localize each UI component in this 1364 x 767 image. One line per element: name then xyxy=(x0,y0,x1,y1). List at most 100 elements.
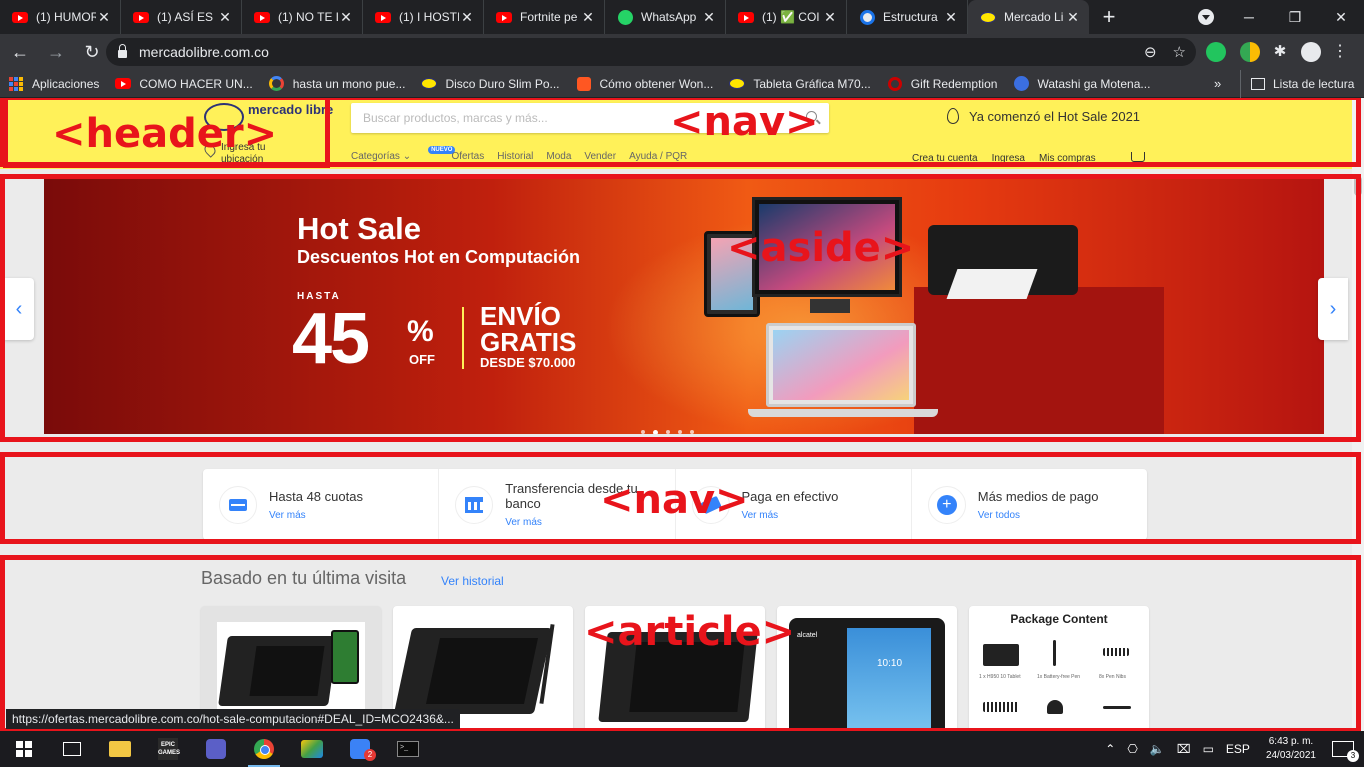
back-icon[interactable]: ← xyxy=(4,36,36,68)
close-tab-icon[interactable]: ✕ xyxy=(943,9,959,26)
meet-now-icon[interactable]: ⎔ xyxy=(1127,742,1137,756)
menu-icon[interactable]: ⋮ xyxy=(1330,42,1350,62)
bookmark-item[interactable]: Watashi ga Motena... xyxy=(1005,70,1158,98)
notifications-icon[interactable]: 3 xyxy=(1332,741,1359,762)
carousel-dot[interactable] xyxy=(678,430,682,434)
carousel-dot[interactable] xyxy=(653,430,658,434)
package-caption: 1x Battery-free Pen xyxy=(1037,674,1081,680)
forward-icon[interactable]: → xyxy=(40,36,72,68)
browser-tab[interactable]: (1) HUMOR ✕ xyxy=(0,0,121,34)
bookmark-apps[interactable]: Aplicaciones xyxy=(0,70,107,98)
bookmark-item[interactable]: Gift Redemption xyxy=(879,70,1006,98)
nav-link-ayuda[interactable]: Ayuda / PQR xyxy=(629,151,687,162)
hero-banner[interactable]: Hot Sale Descuentos Hot en Computación H… xyxy=(44,177,1324,434)
close-tab-icon[interactable]: ✕ xyxy=(217,9,233,26)
teams-button[interactable] xyxy=(192,731,240,767)
payment-link[interactable]: Ver todos xyxy=(978,510,1099,521)
chevron-up-icon[interactable]: ⌃ xyxy=(1105,742,1115,756)
payment-option[interactable]: + Más medios de pago Ver todos xyxy=(912,469,1147,540)
zoom-icon[interactable]: ⊖ xyxy=(1144,43,1157,61)
bluestacks-button[interactable] xyxy=(288,731,336,767)
close-tab-icon[interactable]: ✕ xyxy=(338,9,354,26)
bookmark-item[interactable]: hasta un mono pue... xyxy=(261,70,414,98)
login-link[interactable]: Ingresa xyxy=(992,153,1025,164)
restore-icon[interactable]: ❐ xyxy=(1272,9,1318,26)
close-tab-icon[interactable]: ✕ xyxy=(822,9,838,26)
carousel-next-button[interactable]: › xyxy=(1318,278,1348,340)
reload-icon[interactable]: ↻ xyxy=(76,36,108,68)
new-tab-button[interactable]: + xyxy=(1089,0,1129,34)
my-purchases-link[interactable]: Mis compras xyxy=(1039,153,1096,164)
file-explorer-button[interactable] xyxy=(96,731,144,767)
avatar[interactable] xyxy=(1301,42,1321,62)
hero-free-shipping: ENVÍO GRATIS xyxy=(480,301,577,357)
carousel-dot[interactable] xyxy=(666,430,670,434)
clock[interactable]: 6:43 p. m. 24/03/2021 xyxy=(1266,735,1316,763)
page-scrollbar[interactable] xyxy=(1352,98,1364,731)
browser-tab-active[interactable]: Mercado Li ✕ xyxy=(968,0,1089,34)
payment-link[interactable]: Ver más xyxy=(742,510,839,521)
browser-tab[interactable]: WhatsApp ✕ xyxy=(605,0,726,34)
puzzle-icon[interactable]: ✱ xyxy=(1270,42,1290,62)
carousel-dot[interactable] xyxy=(690,430,694,434)
create-account-link[interactable]: Crea tu cuenta xyxy=(912,153,978,164)
game-app-button[interactable]: 2 xyxy=(336,731,384,767)
scrollbar-thumb[interactable] xyxy=(1354,176,1362,196)
carousel-prev-button[interactable]: ‹ xyxy=(4,278,34,340)
chevron-right-icon: › xyxy=(1329,297,1337,320)
nav-link-vender[interactable]: Vender xyxy=(584,151,616,162)
address-bar[interactable]: mercadolibre.com.co ⊖ ☆ xyxy=(106,38,1196,66)
wifi-off-icon[interactable]: ⌧ xyxy=(1177,742,1191,756)
payment-link[interactable]: Ver más xyxy=(269,510,363,521)
carousel-dot[interactable] xyxy=(641,430,645,434)
close-tab-icon[interactable]: ✕ xyxy=(580,9,596,26)
lock-icon[interactable] xyxy=(118,44,127,58)
chrome-button[interactable] xyxy=(240,731,288,767)
site-icon xyxy=(859,9,875,25)
categories-menu[interactable]: Categorías ⌄ xyxy=(351,151,411,162)
bookmark-item[interactable]: Cómo obtener Won... xyxy=(568,70,722,98)
product-card[interactable]: Package Content 1 x H950 10 Tablet 1x Ba… xyxy=(969,606,1149,731)
close-tab-icon[interactable]: ✕ xyxy=(1065,9,1081,26)
extension-icon[interactable] xyxy=(1206,42,1226,62)
terminal-button[interactable]: >_ xyxy=(384,731,432,767)
browser-tab[interactable]: Fortnite pe ✕ xyxy=(484,0,605,34)
extension-icon[interactable] xyxy=(1240,42,1260,62)
browser-tab[interactable]: Estructura ✕ xyxy=(847,0,968,34)
nav-link-historial[interactable]: Historial xyxy=(497,151,533,162)
bookmark-item[interactable]: COMO HACER UN... xyxy=(107,70,260,98)
nav-link-ofertas[interactable]: NUEVOOfertas xyxy=(424,146,484,162)
tab-search-icon[interactable] xyxy=(1198,9,1214,25)
bookmark-item[interactable]: Tableta Gráfica M70... xyxy=(721,70,878,98)
product-card[interactable]: alcatel 10:10 xyxy=(777,606,957,731)
minimize-icon[interactable]: ─ xyxy=(1226,9,1272,25)
language-indicator[interactable]: ESP xyxy=(1226,742,1250,756)
bookmark-item[interactable]: Disco Duro Slim Po... xyxy=(413,70,567,98)
url-text[interactable]: mercadolibre.com.co xyxy=(139,44,269,60)
browser-tab[interactable]: (1) I HOSTI ✕ xyxy=(363,0,484,34)
youtube-icon xyxy=(12,9,28,25)
cart-icon[interactable] xyxy=(1131,152,1145,162)
close-tab-icon[interactable]: ✕ xyxy=(701,9,717,26)
nav-link-moda[interactable]: Moda xyxy=(546,151,571,162)
close-window-icon[interactable]: ✕ xyxy=(1318,9,1364,26)
volume-icon[interactable]: 🔈 xyxy=(1150,742,1165,756)
bookmark-star-icon[interactable]: ☆ xyxy=(1173,43,1186,61)
payment-option[interactable]: Hasta 48 cuotas Ver más xyxy=(203,469,440,540)
task-view-button[interactable] xyxy=(48,731,96,767)
browser-tab[interactable]: (1) ✅ COI ✕ xyxy=(726,0,847,34)
close-tab-icon[interactable]: ✕ xyxy=(96,9,112,26)
reading-list-button[interactable]: Lista de lectura xyxy=(1240,70,1354,98)
credit-card-icon xyxy=(219,485,257,524)
browser-tab[interactable]: (1) ASÍ ES P✕ xyxy=(121,0,242,34)
more-bookmarks-icon[interactable]: » xyxy=(1214,76,1221,91)
history-link[interactable]: Ver historial xyxy=(441,574,504,588)
hot-sale-promo[interactable]: Ya comenzó el Hot Sale 2021 xyxy=(947,108,1140,124)
epic-games-button[interactable]: EPIC GAMES xyxy=(144,731,192,767)
browser-tab[interactable]: (1) NO TE L ✕ xyxy=(242,0,363,34)
promo-text: Ya comenzó el Hot Sale 2021 xyxy=(969,108,1141,124)
network-icon[interactable]: ▭ xyxy=(1203,742,1214,756)
nav-annotation-label: <nav> xyxy=(670,99,819,145)
close-tab-icon[interactable]: ✕ xyxy=(459,9,475,26)
start-button[interactable] xyxy=(0,731,48,767)
